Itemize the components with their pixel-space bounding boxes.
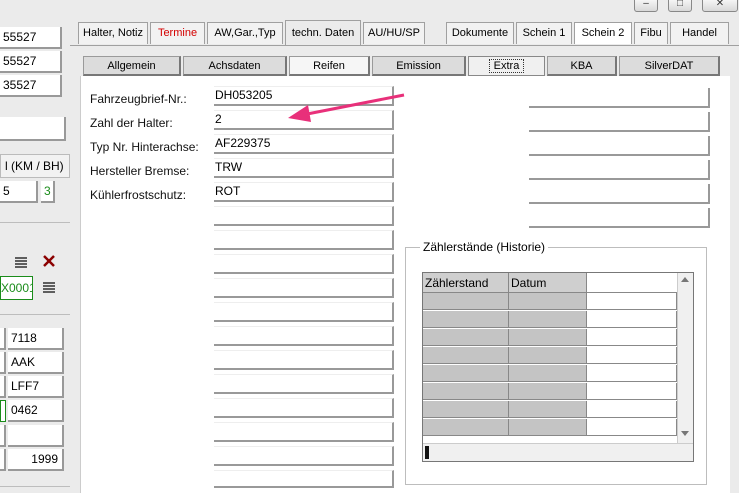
list-icon-2[interactable] <box>42 281 56 293</box>
minimize-button[interactable]: – <box>634 0 658 12</box>
tab-halter-notiz[interactable]: Halter, Notiz <box>78 22 148 44</box>
tab-handel[interactable]: Handel <box>670 22 729 44</box>
table-row[interactable] <box>423 347 509 364</box>
extra-field-13[interactable] <box>214 374 394 394</box>
extra-field-9[interactable] <box>214 278 394 298</box>
left-empty-field[interactable] <box>0 117 66 141</box>
right-field-2[interactable] <box>529 112 710 132</box>
left-value-2[interactable]: 55527 <box>0 51 62 73</box>
table-row[interactable] <box>423 401 509 418</box>
extra-field-7[interactable] <box>214 230 394 250</box>
left-small-field-e[interactable] <box>0 449 6 471</box>
label-zahl-der-halter: Zahl der Halter: <box>90 116 173 130</box>
list-icon[interactable] <box>14 256 28 268</box>
left-small-green-field[interactable] <box>0 400 6 422</box>
right-field-3[interactable] <box>529 136 710 156</box>
label-fahrzeugbrief: Fahrzeugbrief-Nr.: <box>90 92 187 106</box>
extra-field-12[interactable] <box>214 350 394 370</box>
vertical-scrollbar[interactable] <box>677 273 693 443</box>
extra-field-6[interactable] <box>214 206 394 226</box>
tab-schein-1[interactable]: Schein 1 <box>516 22 572 44</box>
extra-field-10[interactable] <box>214 302 394 322</box>
left-field-1999[interactable]: 1999 <box>8 449 64 471</box>
left-field-lff7[interactable]: LFF7 <box>8 376 64 398</box>
right-field-6[interactable] <box>529 208 710 228</box>
kuehlerfrostschutz-field[interactable]: ROT <box>214 182 394 202</box>
table-row[interactable] <box>423 329 509 346</box>
tab-termine[interactable]: Termine <box>150 22 205 44</box>
subtab-reifen[interactable]: Reifen <box>289 56 370 76</box>
extra-field-17[interactable] <box>214 470 394 488</box>
left-panel: 55527 55527 35527 l (KM / BH) 5 3 X0001 … <box>0 0 70 493</box>
column-header-zaehlerstand[interactable]: Zählerstand <box>423 273 509 293</box>
maximize-button[interactable]: □ <box>668 0 692 12</box>
right-field-5[interactable] <box>529 184 710 204</box>
left-field-empty[interactable] <box>8 425 64 447</box>
left-small-field-d[interactable] <box>0 425 6 447</box>
extra-field-15[interactable] <box>214 422 394 442</box>
right-field-4[interactable] <box>529 160 710 180</box>
left-small-field-b[interactable] <box>0 352 6 374</box>
subtab-emission[interactable]: Emission <box>372 56 466 76</box>
tab-schein-2[interactable]: Schein 2 <box>574 22 632 44</box>
table-row[interactable] <box>423 311 509 328</box>
label-typ-nr-hinterachse: Typ Nr. Hinterachse: <box>90 140 199 154</box>
history-grid[interactable]: Zählerstand Datum <box>422 272 694 462</box>
table-row[interactable] <box>423 365 509 382</box>
tab-dokumente[interactable]: Dokumente <box>446 22 514 44</box>
table-row[interactable] <box>423 419 509 436</box>
extra-field-8[interactable] <box>214 254 394 274</box>
left-field-0462[interactable]: 0462 <box>8 400 64 422</box>
table-row[interactable] <box>423 383 509 400</box>
subtab-kba[interactable]: KBA <box>547 56 617 76</box>
extra-field-11[interactable] <box>214 326 394 346</box>
subtab-allgemein[interactable]: Allgemein <box>83 56 181 76</box>
left-small-field-c[interactable] <box>0 376 6 398</box>
left-field-7118[interactable]: 7118 <box>8 328 64 350</box>
label-kuehlerfrostschutz: Kühlerfrostschutz: <box>90 188 187 202</box>
right-field-1[interactable] <box>529 88 710 108</box>
tab-techn-daten[interactable]: techn. Daten <box>285 20 361 46</box>
label-hersteller-bremse: Hersteller Bremse: <box>90 164 190 178</box>
delete-icon[interactable] <box>42 254 56 268</box>
tab-aw-gar-typ[interactable]: AW,Gar.,Typ <box>207 22 283 44</box>
subtab-extra-label: Extra <box>488 59 525 73</box>
scroll-down-icon[interactable] <box>681 431 689 436</box>
subtab-silverdat[interactable]: SilverDAT <box>619 56 720 76</box>
table-row[interactable] <box>423 293 509 310</box>
km-small-field[interactable]: 3 <box>41 181 55 203</box>
km-section-header: l (KM / BH) <box>0 154 70 178</box>
tab-au-hu-sp[interactable]: AU/HU/SP <box>363 22 425 44</box>
close-window-button[interactable]: ✕ <box>702 0 738 12</box>
horizontal-scrollbar[interactable] <box>423 443 693 461</box>
subtab-extra[interactable]: Extra <box>468 56 545 76</box>
left-value-1[interactable]: 55527 <box>0 27 62 49</box>
tab-fibu[interactable]: Fibu <box>634 22 668 44</box>
hersteller-bremse-field[interactable]: TRW <box>214 158 394 178</box>
code-field[interactable]: X0001 <box>0 276 33 300</box>
subtab-achsdaten[interactable]: Achsdaten <box>183 56 287 76</box>
pink-arrow-annotation <box>288 93 405 122</box>
km-value-field[interactable]: 5 <box>0 181 38 203</box>
grid-rows <box>423 293 677 443</box>
left-value-3[interactable]: 35527 <box>0 75 62 97</box>
extra-field-14[interactable] <box>214 398 394 418</box>
column-header-datum[interactable]: Datum <box>509 273 587 293</box>
scroll-thumb[interactable] <box>425 446 429 459</box>
typ-nr-hinterachse-field[interactable]: AF229375 <box>214 134 394 154</box>
left-small-field-a[interactable] <box>0 328 6 350</box>
history-title: Zählerstände (Historie) <box>420 240 549 254</box>
extra-field-16[interactable] <box>214 446 394 466</box>
left-field-aak[interactable]: AAK <box>8 352 64 374</box>
scroll-up-icon[interactable] <box>681 277 689 282</box>
